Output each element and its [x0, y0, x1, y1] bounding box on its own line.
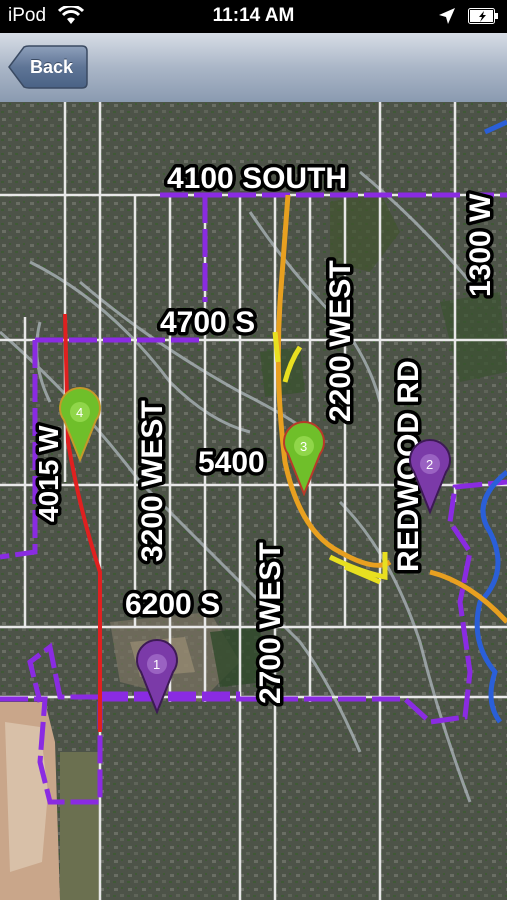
back-button[interactable]: Back — [8, 45, 88, 89]
location-arrow-icon — [439, 8, 455, 24]
street-label-1300-w: 1300 W — [464, 193, 497, 297]
street-label-4015-w: 4015 W — [33, 425, 64, 522]
battery-icon — [468, 8, 498, 24]
street-label-5400: 5400 — [198, 446, 265, 479]
navigation-bar: Back — [0, 33, 507, 103]
back-button-label: Back — [30, 57, 74, 77]
map-pin-1-label: 1 — [153, 657, 160, 672]
map-pin-2-label: 2 — [426, 457, 433, 472]
street-label-4100-south: 4100 SOUTH — [167, 162, 347, 195]
status-bar: iPod 11:14 AM — [0, 0, 507, 33]
map-canvas[interactable]: 4100 SOUTH 1300 W 4700 S 2200 WEST REDWO… — [0, 102, 507, 900]
map-pin-4-label: 4 — [76, 405, 83, 420]
street-label-2200-west: 2200 WEST — [324, 260, 357, 422]
street-label-4700-s: 4700 S — [160, 306, 255, 339]
clock: 11:14 AM — [212, 5, 295, 26]
map-pin-3-label: 3 — [300, 439, 307, 454]
street-label-6200-s: 6200 S — [125, 588, 220, 621]
street-label-2700-west: 2700 WEST — [254, 542, 287, 704]
street-label-3200-west: 3200 WEST — [136, 400, 169, 562]
map-view[interactable]: 4100 SOUTH 1300 W 4700 S 2200 WEST REDWO… — [0, 102, 507, 900]
